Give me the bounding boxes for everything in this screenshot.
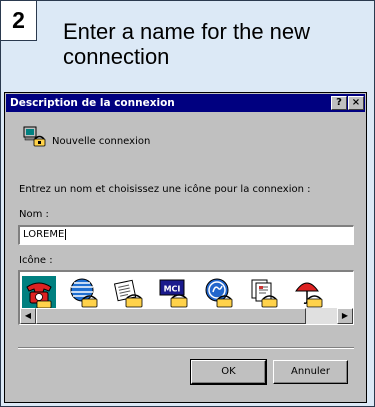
- ok-button[interactable]: OK: [190, 359, 267, 385]
- mci-phone-icon[interactable]: MCI: [157, 276, 191, 310]
- name-input-value: LOREME: [23, 229, 65, 240]
- connection-name-display: Nouvelle connexion: [52, 136, 151, 147]
- close-button[interactable]: ×: [348, 96, 364, 110]
- cancel-button[interactable]: Annuler: [273, 360, 348, 384]
- divider: [18, 347, 354, 349]
- scrollbar-thumb[interactable]: [36, 308, 306, 324]
- connection-description-dialog: Description de la connexion ? × Nouvelle…: [4, 92, 367, 403]
- icon-picker-list[interactable]: MCI ◀ ▶: [18, 270, 354, 325]
- icon-label: Icône :: [19, 255, 53, 266]
- name-label: Nom :: [19, 209, 49, 220]
- computer-phone-icon: [23, 126, 46, 147]
- dialog-title: Description de la connexion: [10, 97, 175, 109]
- help-button[interactable]: ?: [331, 96, 347, 110]
- name-input[interactable]: LOREME: [18, 225, 354, 245]
- globe-phone-icon[interactable]: [67, 276, 101, 310]
- documents-phone-icon[interactable]: [247, 276, 281, 310]
- ge-logo-phone-icon[interactable]: [202, 276, 236, 310]
- umbrella-phone-icon[interactable]: [292, 276, 326, 310]
- icon-row: MCI: [22, 276, 326, 310]
- newspaper-phone-icon[interactable]: [112, 276, 146, 310]
- scroll-right-arrow-icon[interactable]: ▶: [337, 308, 353, 324]
- scroll-left-arrow-icon[interactable]: ◀: [20, 308, 36, 324]
- step-number-badge: 2: [1, 1, 37, 41]
- mci-logo-text: MCI: [164, 285, 181, 294]
- text-caret: [65, 228, 67, 240]
- red-telephone-icon[interactable]: [22, 276, 56, 310]
- instruction-text: Entrez un nom et choisissez une icône po…: [19, 184, 311, 195]
- horizontal-scrollbar[interactable]: ◀ ▶: [20, 308, 353, 324]
- step-card: 2 Enter a name for the new connection De…: [0, 0, 375, 407]
- step-instruction: Enter a name for the new connection: [63, 19, 311, 69]
- dialog-titlebar: Description de la connexion ? ×: [6, 94, 365, 112]
